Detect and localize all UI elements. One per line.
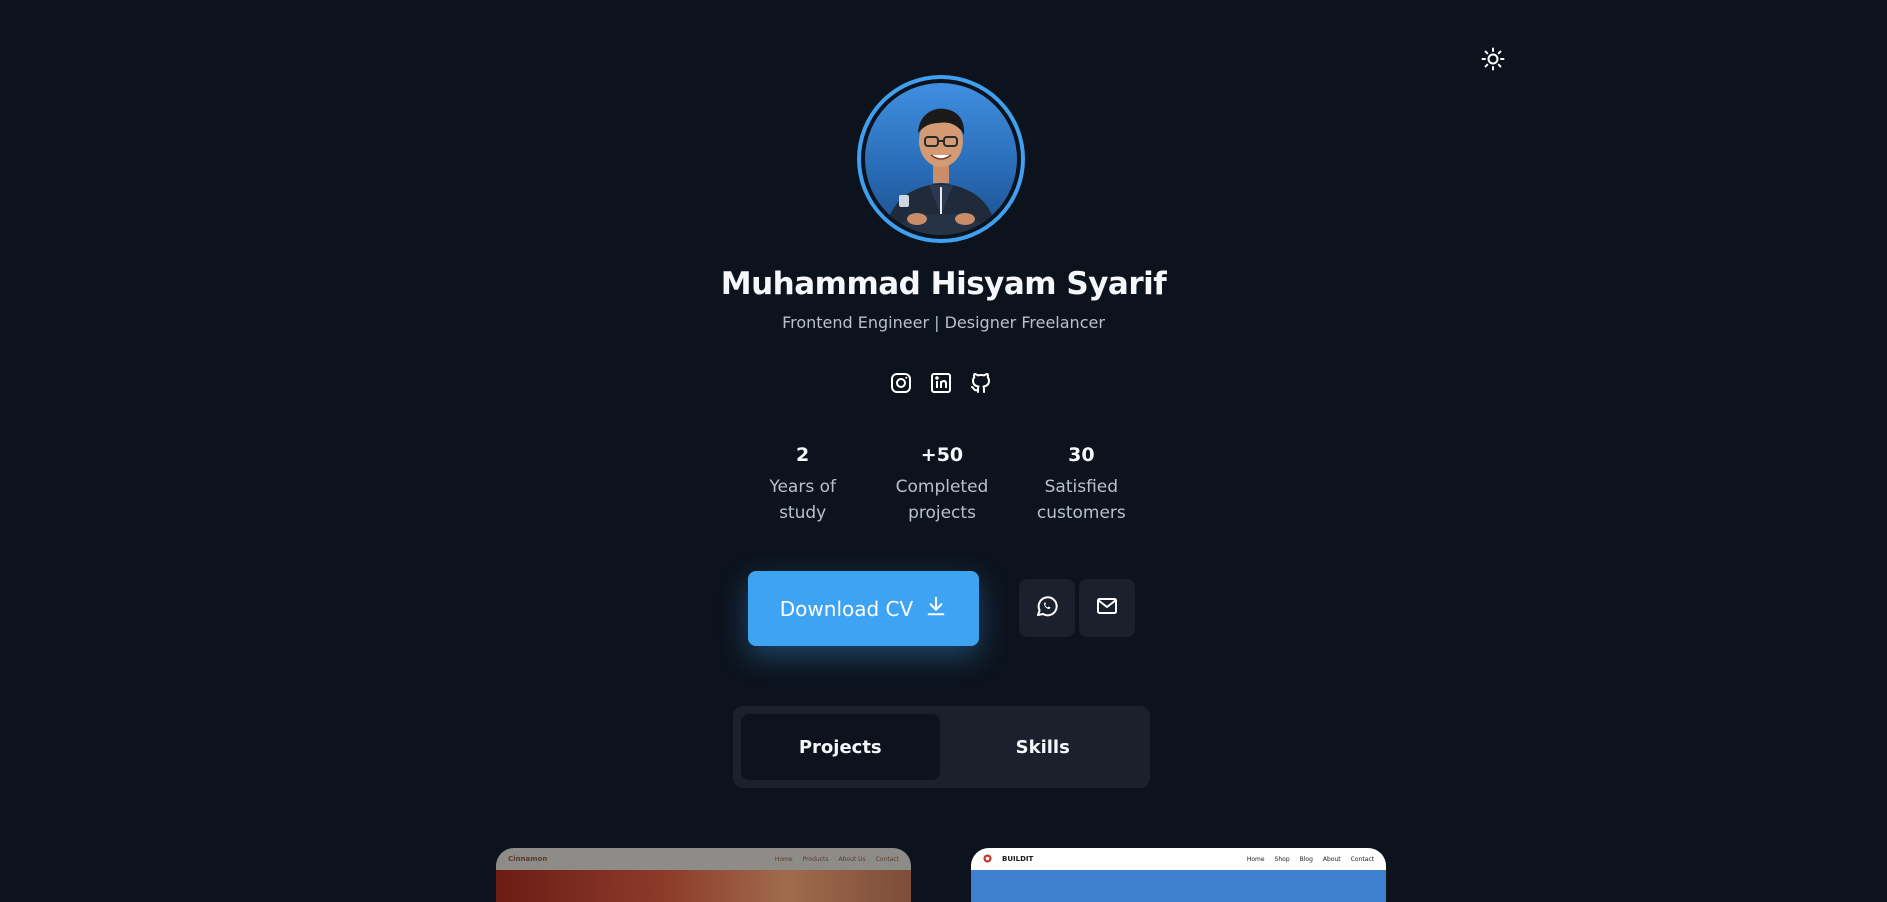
project-nav-links: Home Shop Blog About Contact xyxy=(1247,856,1374,863)
stat-label-line1: Years of xyxy=(769,477,836,497)
project-card[interactable]: BUILDIT Home Shop Blog About Contact xyxy=(971,848,1386,902)
stat-projects: +50 Completed projects xyxy=(872,444,1011,526)
stat-label-line1: Completed xyxy=(895,477,989,497)
profile-photo xyxy=(865,83,1017,235)
project-brand: BUILDIT xyxy=(1002,855,1034,863)
stat-label-line2: study xyxy=(779,503,827,523)
stat-label-line2: projects xyxy=(908,503,976,523)
stat-value: 30 xyxy=(1068,444,1095,466)
instagram-icon[interactable] xyxy=(888,370,914,396)
project-brand: Cinnamon xyxy=(508,855,548,863)
project-nav-item: About Us xyxy=(838,855,866,863)
project-nav-item: Blog xyxy=(1299,855,1313,863)
theme-toggle-sun-icon[interactable] xyxy=(1478,44,1508,74)
whatsapp-icon xyxy=(1035,594,1059,622)
stat-label-line2: customers xyxy=(1036,503,1126,523)
project-nav-item: About xyxy=(1322,855,1341,863)
project-preview-nav: BUILDIT Home Shop Blog About Contact xyxy=(971,848,1386,870)
social-links xyxy=(886,370,996,396)
stat-value: +50 xyxy=(920,444,964,466)
download-cv-label: Download CV xyxy=(779,596,914,621)
project-logo-icon xyxy=(983,853,992,865)
stat-label-line1: Satisfied xyxy=(1044,477,1119,497)
project-nav-links: Home Products About Us Contact xyxy=(775,856,899,863)
download-icon xyxy=(925,595,947,622)
project-nav-item: Contact xyxy=(875,855,899,863)
project-card[interactable]: Cinnamon Home Products About Us Contact xyxy=(496,848,911,902)
project-nav-item: Products xyxy=(802,855,829,863)
project-preview-image xyxy=(496,870,911,902)
avatar xyxy=(857,75,1025,243)
project-preview-image xyxy=(971,870,1386,902)
github-icon[interactable] xyxy=(968,370,994,396)
download-cv-button[interactable]: Download CV xyxy=(748,571,979,646)
tab-list: Projects Skills xyxy=(733,706,1150,788)
stat-years: 2 Years of study xyxy=(733,444,872,526)
stat-value: 2 xyxy=(796,444,810,466)
profile-name: Muhammad Hisyam Syarif xyxy=(720,266,1167,302)
mail-icon xyxy=(1095,594,1119,622)
stat-customers: 30 Satisfied customers xyxy=(1012,444,1151,526)
tab-projects[interactable]: Projects xyxy=(741,714,940,780)
project-preview-nav: Cinnamon Home Products About Us Contact xyxy=(496,848,911,870)
project-nav-item: Contact xyxy=(1350,855,1374,863)
whatsapp-button[interactable] xyxy=(1019,579,1075,637)
profile-subtitle: Frontend Engineer | Designer Freelancer xyxy=(782,313,1105,332)
stats: 2 Years of study +50 Completed projects … xyxy=(733,444,1151,526)
project-nav-item: Shop xyxy=(1274,855,1290,863)
project-nav-item: Home xyxy=(1246,855,1265,863)
tab-skills[interactable]: Skills xyxy=(944,714,1143,780)
project-nav-item: Home xyxy=(774,855,793,863)
linkedin-icon[interactable] xyxy=(928,370,954,396)
email-button[interactable] xyxy=(1079,579,1135,637)
